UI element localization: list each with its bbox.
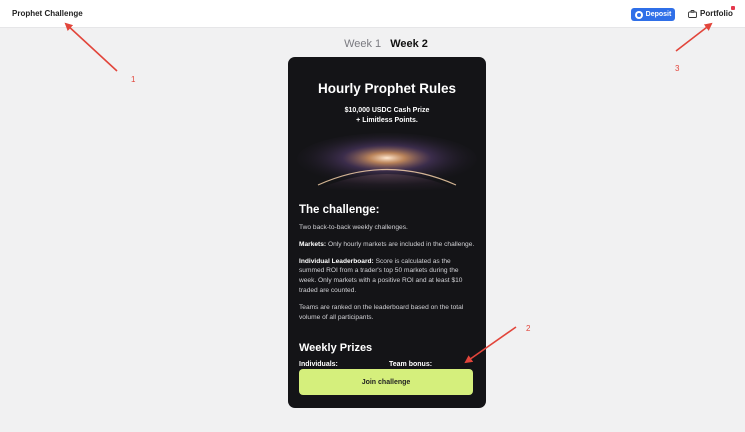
annotation-label-3: 3	[675, 64, 680, 73]
annotation-label-2: 2	[526, 324, 531, 333]
annotation-arrows	[64, 22, 713, 364]
annotation-arrow-1	[64, 22, 118, 72]
annotation-arrow-3	[675, 22, 713, 52]
annotation-label-1: 1	[131, 75, 136, 84]
annotation-arrow-2	[464, 326, 517, 364]
